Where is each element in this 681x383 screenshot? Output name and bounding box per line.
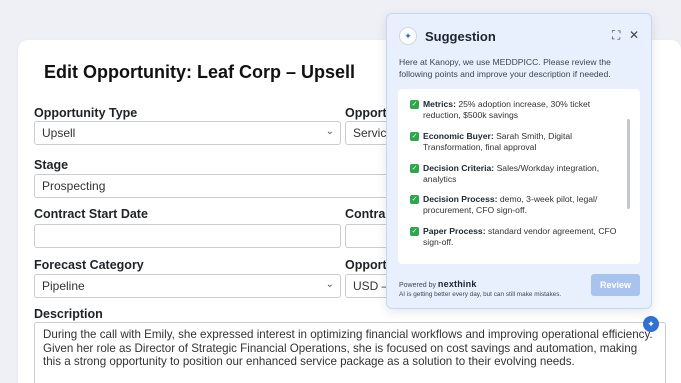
check-icon: ✓ bbox=[410, 195, 419, 204]
contract-start-label: Contract Start Date bbox=[34, 207, 148, 221]
forecast-category-value: Pipeline bbox=[42, 279, 85, 293]
sparkle-icon: ✦ bbox=[399, 27, 417, 45]
check-icon: ✓ bbox=[410, 132, 419, 141]
list-item: ✓ Paper Process: standard vendor agreeme… bbox=[410, 226, 622, 248]
opportunity-type-select[interactable]: Upsell ⌄ bbox=[34, 121, 341, 145]
sparkle-assistant-icon[interactable]: ✦ bbox=[643, 316, 659, 332]
chevron-down-icon: ⌄ bbox=[325, 126, 334, 137]
chevron-down-icon: ⌄ bbox=[325, 279, 334, 290]
suggestion-title: Suggestion bbox=[425, 28, 496, 44]
contract-start-input[interactable] bbox=[34, 224, 341, 248]
opportunity-currency-label: Opport bbox=[345, 258, 387, 272]
opportunity-right-label: Opport bbox=[345, 106, 387, 120]
list-item: ✓ Decision Process: demo, 3-week pilot, … bbox=[410, 194, 622, 216]
ai-disclaimer: AI is getting better every day, but can … bbox=[399, 291, 562, 298]
check-icon: ✓ bbox=[410, 227, 419, 236]
list-item: ✓ Decision Criteria: Sales/Workday integ… bbox=[410, 163, 622, 185]
stage-label: Stage bbox=[34, 158, 69, 172]
item-key: Economic Buyer: bbox=[423, 131, 494, 141]
check-icon: ✓ bbox=[410, 100, 419, 109]
review-button[interactable]: Review bbox=[591, 274, 640, 296]
suggestion-intro: Here at Kanopy, we use MEDDPICC. Please … bbox=[399, 57, 611, 79]
item-key: Decision Process: bbox=[423, 194, 498, 204]
description-textarea[interactable]: During the call with Emily, she expresse… bbox=[34, 322, 666, 383]
stage-value: Prospecting bbox=[42, 179, 106, 193]
suggestion-panel: ✦ Suggestion ⛶ ✕ Here at Kanopy, we use … bbox=[386, 13, 652, 309]
stage-select[interactable]: Prospecting bbox=[34, 174, 404, 198]
contract-right-label: Contra bbox=[345, 207, 386, 221]
opportunity-right-value: Servic bbox=[353, 126, 387, 140]
suggestion-list[interactable]: ✓ Metrics: 25% adoption increase, 30% ti… bbox=[398, 89, 640, 264]
list-item: ✓ Economic Buyer: Sarah Smith, Digital T… bbox=[410, 131, 622, 153]
page-title: Edit Opportunity: Leaf Corp – Upsell bbox=[44, 62, 356, 82]
powered-by: Powered by nexthink bbox=[399, 279, 477, 289]
opportunity-type-label: Opportunity Type bbox=[34, 106, 138, 120]
opportunity-type-value: Upsell bbox=[42, 126, 76, 140]
item-key: Metrics: bbox=[423, 99, 456, 109]
scrollbar[interactable] bbox=[627, 119, 630, 209]
item-key: Decision Criteria: bbox=[423, 163, 495, 173]
forecast-category-select[interactable]: Pipeline ⌄ bbox=[34, 274, 341, 298]
check-icon: ✓ bbox=[410, 164, 419, 173]
nexthink-logo: nexthink bbox=[437, 279, 477, 289]
close-icon[interactable]: ✕ bbox=[629, 28, 639, 42]
description-text: During the call with Emily, she expresse… bbox=[43, 328, 653, 368]
powered-by-label: Powered by bbox=[399, 282, 436, 289]
expand-icon[interactable]: ⛶ bbox=[612, 28, 620, 43]
item-key: Paper Process: bbox=[423, 226, 486, 236]
description-label: Description bbox=[34, 307, 103, 321]
currency-value: USD – bbox=[353, 279, 389, 293]
list-item: ✓ Metrics: 25% adoption increase, 30% ti… bbox=[410, 99, 622, 121]
forecast-category-label: Forecast Category bbox=[34, 258, 144, 272]
suggestion-header: ✦ Suggestion bbox=[399, 27, 496, 45]
